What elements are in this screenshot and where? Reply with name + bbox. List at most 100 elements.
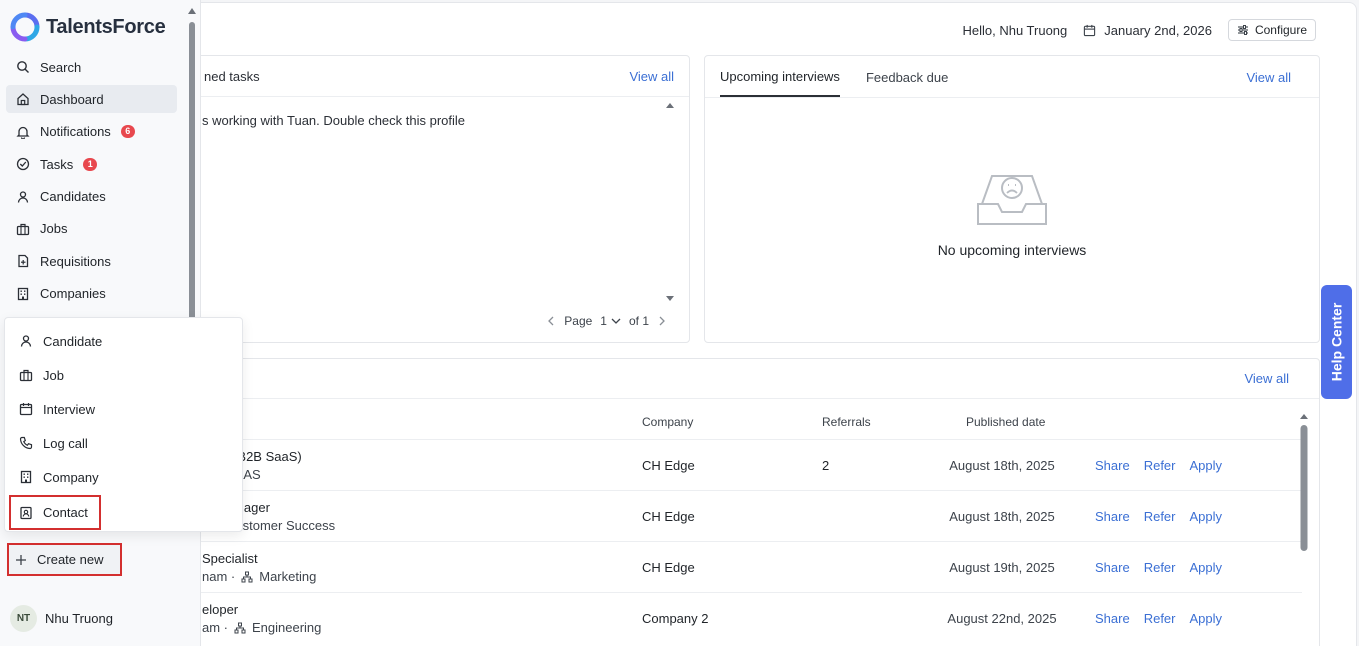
- sidebar-item-search[interactable]: Search: [6, 53, 177, 81]
- tab-upcoming-interviews[interactable]: Upcoming interviews: [720, 69, 840, 97]
- avatar: NT: [10, 605, 37, 632]
- create-menu-item-label: Interview: [43, 401, 96, 417]
- job-department: Marketing: [259, 569, 317, 584]
- chevron-down-icon: [611, 318, 621, 324]
- share-link[interactable]: Share: [1095, 560, 1130, 575]
- job-actions: Share Refer Apply: [1095, 458, 1222, 473]
- tasks-scrollbar[interactable]: [665, 102, 675, 302]
- app-logo[interactable]: TalentsForce: [10, 12, 166, 42]
- create-menu-item-label: Log call: [43, 435, 88, 451]
- jobs-view-all-link[interactable]: View all: [1244, 371, 1289, 386]
- sidebar-item-notifications[interactable]: Notifications 6: [6, 118, 177, 146]
- job-title[interactable]: Specialist: [202, 551, 258, 566]
- create-menu-item-label: Company: [43, 469, 99, 485]
- job-meta: nam · Marketing: [202, 569, 316, 584]
- file-plus-icon: [18, 255, 29, 268]
- column-header-company[interactable]: Company: [642, 415, 693, 429]
- task-item-text[interactable]: s working with Tuan. Double check this p…: [202, 113, 465, 128]
- bell-icon: [16, 126, 30, 139]
- job-title[interactable]: eloper: [202, 602, 238, 617]
- calendar-icon: [1084, 24, 1096, 36]
- sidebar-item-dashboard[interactable]: Dashboard: [6, 85, 177, 114]
- create-new-menu: Candidate Job Interview Log call Company Cont…: [4, 317, 243, 532]
- create-menu-item-label: Candidate: [43, 333, 103, 349]
- interviews-card-header: Upcoming interviews Feedback due View al…: [705, 56, 1319, 98]
- column-header-referrals[interactable]: Referrals: [822, 415, 871, 429]
- chevron-left-icon[interactable]: [546, 316, 556, 326]
- create-new-button[interactable]: Create new: [7, 543, 122, 576]
- help-center-label: Help Center: [1328, 302, 1345, 382]
- apply-link[interactable]: Apply: [1190, 560, 1223, 575]
- configure-label: Configure: [1254, 23, 1307, 37]
- job-location: nam ·: [202, 569, 236, 584]
- phone-icon: [19, 436, 33, 450]
- refer-link[interactable]: Refer: [1144, 509, 1176, 524]
- tab-feedback-due[interactable]: Feedback due: [866, 70, 948, 97]
- configure-button[interactable]: Configure: [1227, 19, 1316, 41]
- create-menu-item-candidate[interactable]: Candidate: [11, 326, 231, 356]
- sidebar-item-label: Notifications: [40, 124, 111, 140]
- sidebar-scrollbar[interactable]: [187, 4, 197, 324]
- briefcase-icon: [16, 223, 30, 236]
- apply-link[interactable]: Apply: [1190, 611, 1223, 626]
- sidebar-item-candidates[interactable]: Candidates: [6, 183, 177, 211]
- table-row[interactable]: eloper am · Engineering Company 2 August 22n…: [162, 592, 1302, 643]
- create-menu-item-label: Contact: [43, 505, 88, 520]
- job-published-date: August 22nd, 2025: [947, 611, 1057, 626]
- create-menu-item-log-call[interactable]: Log call: [11, 428, 231, 458]
- department-icon: [241, 571, 253, 582]
- jobs-table-body: ative (B2B SaaS) SAAS CH Edge 2 August 18th,…: [162, 439, 1302, 643]
- jobs-card-header: View all: [162, 359, 1319, 399]
- sidebar-item-label: Jobs: [40, 221, 68, 237]
- share-link[interactable]: Share: [1095, 458, 1130, 473]
- help-center-button[interactable]: Help Center: [1321, 285, 1352, 399]
- user-icon: [17, 190, 29, 203]
- top-bar: Hello, Nhu Truong January 2nd, 2026 Conf…: [962, 19, 1316, 41]
- job-meta: am · Engineering: [202, 620, 321, 635]
- check-circle-icon: [16, 158, 30, 171]
- greeting: Hello, Nhu Truong: [962, 22, 1068, 38]
- sidebar-item-label: Candidates: [40, 189, 106, 205]
- tasks-view-all-link[interactable]: View all: [629, 69, 674, 84]
- job-published-date: August 18th, 2025: [949, 509, 1055, 524]
- count-badge: 1: [83, 157, 98, 171]
- refer-link[interactable]: Refer: [1144, 560, 1176, 575]
- tasks-pagination: Page 1 of 1: [546, 314, 667, 328]
- sidebar-item-jobs[interactable]: Jobs: [6, 215, 177, 243]
- user-profile[interactable]: NT Nhu Truong: [10, 605, 113, 632]
- sidebar-item-label: Search: [40, 59, 82, 75]
- table-row[interactable]: ative (B2B SaaS) SAAS CH Edge 2 August 18th,…: [162, 439, 1302, 490]
- sidebar-item-label: Companies: [40, 286, 106, 302]
- home-icon: [17, 93, 29, 106]
- sidebar-nav: Search Dashboard Notifications 6 Tasks 1 Candi…: [6, 53, 177, 312]
- create-menu-item-interview[interactable]: Interview: [11, 394, 231, 424]
- create-menu-item-job[interactable]: Job: [11, 360, 231, 390]
- table-row[interactable]: ss ManagerCustomer SuccessCH EdgeAugust …: [162, 490, 1302, 541]
- building-icon: [17, 287, 29, 300]
- empty-inbox-icon: [977, 175, 1047, 225]
- sidebar-item-tasks[interactable]: Tasks 1: [6, 150, 177, 178]
- refer-link[interactable]: Refer: [1144, 458, 1176, 473]
- share-link[interactable]: Share: [1095, 611, 1130, 626]
- apply-link[interactable]: Apply: [1190, 458, 1223, 473]
- create-menu-item-company[interactable]: Company: [11, 462, 231, 492]
- table-row[interactable]: Specialist nam · Marketing CH Edge August 19…: [162, 541, 1302, 592]
- sidebar-item-companies[interactable]: Companies: [6, 280, 177, 308]
- job-referrals: 2: [822, 458, 830, 473]
- chevron-right-icon[interactable]: [657, 316, 667, 326]
- create-menu-item-contact[interactable]: Contact: [9, 495, 101, 530]
- plus-icon: [16, 554, 26, 565]
- share-link[interactable]: Share: [1095, 509, 1130, 524]
- interviews-view-all-link[interactable]: View all: [1246, 68, 1291, 85]
- refer-link[interactable]: Refer: [1144, 611, 1176, 626]
- job-company: CH Edge: [642, 458, 695, 473]
- jobs-scrollbar[interactable]: [1299, 413, 1309, 646]
- apply-link[interactable]: Apply: [1190, 509, 1223, 524]
- empty-state-text: No upcoming interviews: [937, 242, 1087, 258]
- column-header-published-date[interactable]: Published date: [966, 415, 1045, 429]
- interviews-card: Upcoming interviews Feedback due View al…: [704, 55, 1320, 343]
- job-published-date: August 18th, 2025: [949, 458, 1055, 473]
- job-company: CH Edge: [642, 560, 695, 575]
- page-select[interactable]: 1: [600, 314, 621, 328]
- sidebar-item-requisitions[interactable]: Requisitions: [6, 247, 177, 275]
